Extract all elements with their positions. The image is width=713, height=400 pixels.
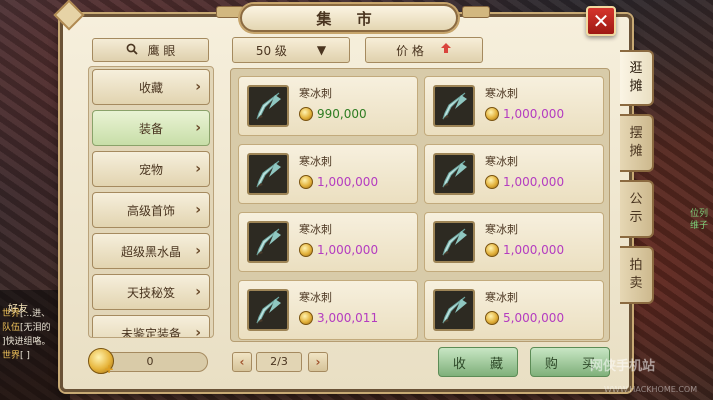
item-name: 寒冰刺 xyxy=(485,291,518,304)
category-skill-books[interactable]: 天技秘笈 › xyxy=(92,274,210,310)
chevron-right-icon: › xyxy=(195,161,201,177)
ice-dagger-icon xyxy=(433,85,475,127)
gold-coin-icon xyxy=(299,311,313,325)
chevron-right-icon: › xyxy=(195,202,201,218)
category-list[interactable]: 收藏 › 装备 › 宠物 › 高级首饰 › 超级黑水晶 › 天技秘笈 › 未鉴定… xyxy=(88,66,214,338)
close-button[interactable]: ✕ xyxy=(586,6,616,36)
chevron-right-icon: › xyxy=(195,79,201,95)
category-pets[interactable]: 宠物 › xyxy=(92,151,210,187)
item-price: 1,000,000 xyxy=(503,107,565,121)
title-ornament-right xyxy=(462,6,490,18)
price-sort-label: 价 格 xyxy=(396,43,424,58)
item-name: 寒冰刺 xyxy=(299,291,332,304)
gold-coin-icon xyxy=(485,311,499,325)
category-favorites[interactable]: 收藏 › xyxy=(92,69,210,105)
item-card[interactable]: 寒冰刺 1,000,000 xyxy=(424,144,604,204)
item-name: 寒冰刺 xyxy=(485,155,518,168)
search-label: 鹰 眼 xyxy=(147,43,176,58)
panel-title-text: 集 市 xyxy=(316,9,382,28)
scene-overlay-text: 位列 维子 xyxy=(689,209,708,231)
gold-coin-icon xyxy=(299,243,313,257)
next-page-button[interactable]: › xyxy=(308,352,328,372)
category-label: 宠物 xyxy=(138,162,163,177)
category-label: 未鉴定装备 xyxy=(120,326,181,338)
chevron-right-icon: › xyxy=(195,120,201,136)
tab-label: 逛摊 xyxy=(629,61,643,94)
item-name: 寒冰刺 xyxy=(299,87,332,100)
item-name: 寒冰刺 xyxy=(299,155,332,168)
tab-set-up-stall[interactable]: 摆摊 xyxy=(620,114,654,172)
item-card[interactable]: 寒冰刺 1,000,000 xyxy=(238,212,418,272)
item-card[interactable]: 寒冰刺 1,000,000 xyxy=(424,76,604,136)
chevron-left-icon: ‹ xyxy=(239,355,245,369)
ice-dagger-icon xyxy=(433,153,475,195)
item-name: 寒冰刺 xyxy=(485,87,518,100)
friend-label[interactable]: 好友 xyxy=(8,300,28,315)
ice-dagger-icon xyxy=(433,289,475,331)
tab-public-notice[interactable]: 公示 xyxy=(620,180,654,238)
watermark-text: 网侠手机站 xyxy=(590,359,656,374)
tab-label: 公示 xyxy=(629,192,643,225)
category-equipment[interactable]: 装备 › xyxy=(92,110,210,146)
prev-page-button[interactable]: ‹ xyxy=(232,352,252,372)
item-price: 1,000,000 xyxy=(317,243,379,257)
watermark-url: WWW.HACKHOME.COM xyxy=(604,385,698,394)
item-price: 1,000,000 xyxy=(503,175,565,189)
ice-dagger-icon xyxy=(433,221,475,263)
search-icon xyxy=(126,43,138,58)
tab-label: 摆摊 xyxy=(629,126,643,159)
gold-coin-icon xyxy=(299,175,313,189)
item-card[interactable]: 寒冰刺 990,000 xyxy=(238,76,418,136)
ice-dagger-icon xyxy=(247,153,289,195)
ice-dagger-icon xyxy=(247,221,289,263)
gold-coin-icon xyxy=(485,107,499,121)
chevron-right-icon: › xyxy=(195,325,201,338)
item-card[interactable]: 寒冰刺 1,000,000 xyxy=(238,144,418,204)
gold-coin-icon xyxy=(299,107,313,121)
chevron-right-icon: › xyxy=(195,284,201,300)
page-indicator: 2/3 xyxy=(256,352,302,372)
panel-title: 集 市 xyxy=(240,4,458,32)
level-filter-dropdown[interactable]: 50 级 ▼ xyxy=(232,37,350,63)
item-price: 3,000,011 xyxy=(317,311,379,325)
category-black-crystal[interactable]: 超级黑水晶 › xyxy=(92,233,210,269)
item-price: 1,000,000 xyxy=(503,243,565,257)
item-name: 寒冰刺 xyxy=(485,223,518,236)
chevron-right-icon: › xyxy=(195,243,201,259)
category-label: 装备 xyxy=(138,121,163,136)
tab-label: 拍卖 xyxy=(629,258,643,291)
item-card[interactable]: 寒冰刺 1,000,000 xyxy=(424,212,604,272)
eagle-eye-search-button[interactable]: 鹰 眼 xyxy=(92,38,209,62)
level-filter-label: 50 级 xyxy=(255,43,287,58)
tab-browse-stalls[interactable]: 逛摊 xyxy=(620,50,654,106)
item-card[interactable]: 寒冰刺 5,000,000 xyxy=(424,280,604,340)
tab-auction[interactable]: 拍卖 xyxy=(620,246,654,304)
category-accessories[interactable]: 高级首饰 › xyxy=(92,192,210,228)
add-currency-icon[interactable]: + xyxy=(104,362,114,376)
gold-coin-icon xyxy=(485,243,499,257)
category-unidentified[interactable]: 未鉴定装备 › xyxy=(92,315,210,338)
item-card[interactable]: 寒冰刺 3,000,011 xyxy=(238,280,418,340)
favorite-button[interactable]: 收 藏 xyxy=(438,347,518,377)
arrow-up-icon xyxy=(440,42,452,58)
price-sort-button[interactable]: 价 格 xyxy=(365,37,483,63)
category-label: 超级黑水晶 xyxy=(120,244,181,259)
close-icon: ✕ xyxy=(592,9,610,33)
gold-coin-icon xyxy=(485,175,499,189)
category-label: 收藏 xyxy=(138,80,163,95)
category-label: 天技秘笈 xyxy=(126,285,175,300)
chevron-right-icon: › xyxy=(315,355,321,369)
item-price: 1,000,000 xyxy=(317,175,379,189)
item-name: 寒冰刺 xyxy=(299,223,332,236)
category-label: 高级首饰 xyxy=(126,203,175,218)
caret-down-icon: ▼ xyxy=(316,43,327,57)
favorite-button-label: 收 藏 xyxy=(452,356,514,372)
item-price: 5,000,000 xyxy=(503,311,565,325)
ice-dagger-icon xyxy=(247,289,289,331)
item-price: 990,000 xyxy=(317,107,367,121)
ice-dagger-icon xyxy=(247,85,289,127)
